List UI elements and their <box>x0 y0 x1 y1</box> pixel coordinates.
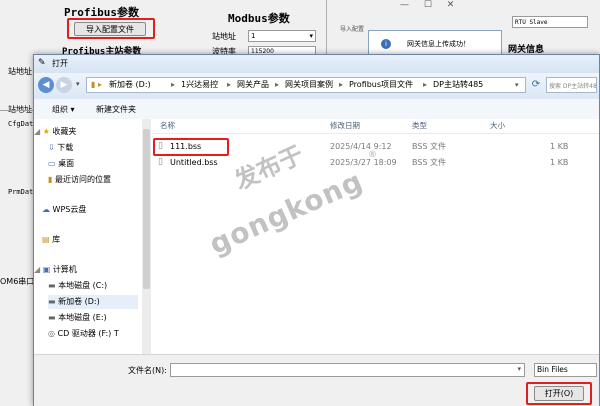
folder-icon: ▮ ▸ <box>91 80 102 89</box>
file-size: 1 KB <box>550 158 569 167</box>
prmdata-label: PrmDat <box>8 188 34 196</box>
breadcrumb[interactable]: ▮ ▸ 新加卷 (D:) ▸ 1兴达易控 ▸ 网关产品 ▸ 网关项目案例 ▸ P… <box>86 77 526 93</box>
organize-button[interactable]: 组织 ▾ <box>52 104 75 115</box>
search-placeholder: 搜索 DP主站转485 <box>549 83 597 90</box>
import-config-label: 导入配置 <box>340 26 365 33</box>
nav-drive-e[interactable]: ▬ 本地磁盘 (E:) <box>48 311 107 325</box>
breadcrumb-item[interactable]: 网关产品 <box>237 77 269 93</box>
back-button[interactable]: ◀ <box>38 77 54 93</box>
breadcrumb-item[interactable]: DP主站转485 <box>433 77 483 93</box>
nav-drive-c[interactable]: ▬ 本地磁盘 (C:) <box>48 279 107 293</box>
file-highlight-box <box>153 138 229 156</box>
open-button-highlight <box>526 382 592 405</box>
nav-desktop[interactable]: ▭ 桌面 <box>48 157 74 171</box>
modbus-station-label: 站地址 <box>212 32 236 41</box>
drive-icon: ▬ <box>48 297 56 306</box>
nav-computer[interactable]: ◢ ▣ 计算机 <box>34 263 77 277</box>
nav-drive-d[interactable]: ▬ 新加卷 (D:) <box>48 295 138 309</box>
nav-favorites[interactable]: ◢ ★ 收藏夹 <box>34 125 76 139</box>
computer-icon: ▣ <box>42 265 51 274</box>
nav-downloads[interactable]: ⇩ 下载 <box>48 141 73 155</box>
star-icon: ★ <box>42 127 50 136</box>
watermark-registered-mark: ® <box>368 150 377 160</box>
cfgdata-label: CfgDat <box>8 120 34 128</box>
file-modified: 2025/3/27 18:09 <box>330 158 397 167</box>
chevron-right-icon: ▸ <box>275 80 280 89</box>
open-file-dialog: ✎ 打开 ◀ ▶ ▾ ▮ ▸ 新加卷 (D:) ▸ 1兴达易控 ▸ 网关产品 ▸… <box>33 54 600 406</box>
library-icon: ▤ <box>42 235 50 244</box>
refresh-icon[interactable]: ⟳ <box>528 77 544 93</box>
filename-input[interactable]: ▾ <box>170 363 525 377</box>
breadcrumb-item[interactable]: Profibus项目文件 <box>349 77 413 93</box>
forward-button[interactable]: ▶ <box>56 77 72 93</box>
rtu-mode-select[interactable]: RTU Slave <box>512 16 588 28</box>
breadcrumb-item[interactable]: 网关项目案例 <box>285 77 333 93</box>
com-port-label: OM6串口 <box>0 277 35 286</box>
popup-message: 网关信息上传成功！ <box>407 40 470 48</box>
nav-library[interactable]: ▤ 库 <box>42 233 60 247</box>
recent-places-icon: ▮ <box>48 175 53 184</box>
download-icon: ⇩ <box>48 143 55 152</box>
column-header-row: 名称 修改日期 类型 大小 <box>152 119 599 134</box>
file-type: BSS 文件 <box>412 158 447 167</box>
nav-scrollbar-thumb[interactable] <box>143 129 150 289</box>
desktop-icon: ▭ <box>48 159 56 168</box>
drive-icon: ▬ <box>48 313 56 322</box>
column-header-name[interactable]: 名称 <box>160 119 175 133</box>
drive-icon: ▬ <box>48 281 56 290</box>
window-separator <box>326 0 327 54</box>
dialog-titlebar: ✎ 打开 <box>34 55 599 73</box>
nav-wps-cloud[interactable]: ☁ WPS云盘 <box>42 203 86 217</box>
address-bar-row: ◀ ▶ ▾ ▮ ▸ 新加卷 (D:) ▸ 1兴达易控 ▸ 网关产品 ▸ 网关项目… <box>34 73 599 99</box>
cloud-icon: ☁ <box>42 205 50 214</box>
dialog-toolbar: 组织 ▾ 新建文件夹 <box>34 99 599 120</box>
import-button-highlight <box>67 18 155 39</box>
breadcrumb-item[interactable]: 新加卷 (D:) <box>109 77 151 93</box>
file-name[interactable]: Untitled.bss <box>170 157 218 169</box>
breadcrumb-item[interactable]: 1兴达易控 <box>181 77 218 93</box>
column-header-size[interactable]: 大小 <box>490 119 505 133</box>
chevron-right-icon: ▸ <box>227 80 232 89</box>
cd-drive-icon: ◎ <box>48 329 55 338</box>
search-input[interactable]: 搜索 DP主站转485 <box>546 77 597 93</box>
file-modified: 2025/4/14 9:12 <box>330 142 392 151</box>
divider <box>0 110 33 111</box>
modbus-group-title: Modbus参数 <box>228 12 290 25</box>
window-controls[interactable]: — ☐ ✕ <box>400 0 460 10</box>
station-address-label: 站地址 <box>8 67 32 76</box>
nav-drive-f[interactable]: ◎ CD 驱动器 (F:) T <box>48 327 119 341</box>
file-type: BSS 文件 <box>412 142 447 151</box>
history-dropdown-icon[interactable]: ▾ <box>76 80 80 88</box>
dialog-title: 打开 <box>52 59 68 68</box>
column-header-modified[interactable]: 修改日期 <box>330 119 360 133</box>
new-folder-button[interactable]: 新建文件夹 <box>96 104 136 115</box>
info-icon: i <box>381 39 391 49</box>
file-type-filter[interactable]: Bin Files <box>534 363 597 377</box>
nav-scrollbar[interactable] <box>142 119 151 354</box>
file-size: 1 KB <box>550 142 569 151</box>
dialog-app-icon: ✎ <box>38 58 46 68</box>
dialog-bottom-bar: 文件名(N): ▾ Bin Files 打开(O) <box>34 354 599 406</box>
filename-label: 文件名(N): <box>128 366 167 375</box>
chevron-right-icon: ▸ <box>171 80 176 89</box>
modbus-station-select[interactable]: 1 ▾ <box>248 30 316 42</box>
nav-recent[interactable]: ▮ 最近访问的位置 <box>48 173 111 187</box>
chevron-right-icon: ▸ <box>423 80 428 89</box>
chevron-right-icon: ▸ <box>339 80 344 89</box>
file-icon: ▯ <box>158 157 163 167</box>
navigation-pane: ◢ ★ 收藏夹 ⇩ 下载 ▭ 桌面 ▮ 最近访问的位置 ☁ WPS云盘 ▤ 库 … <box>34 119 153 354</box>
chevron-down-icon[interactable]: ▾ <box>515 77 519 93</box>
column-header-type[interactable]: 类型 <box>412 119 427 133</box>
